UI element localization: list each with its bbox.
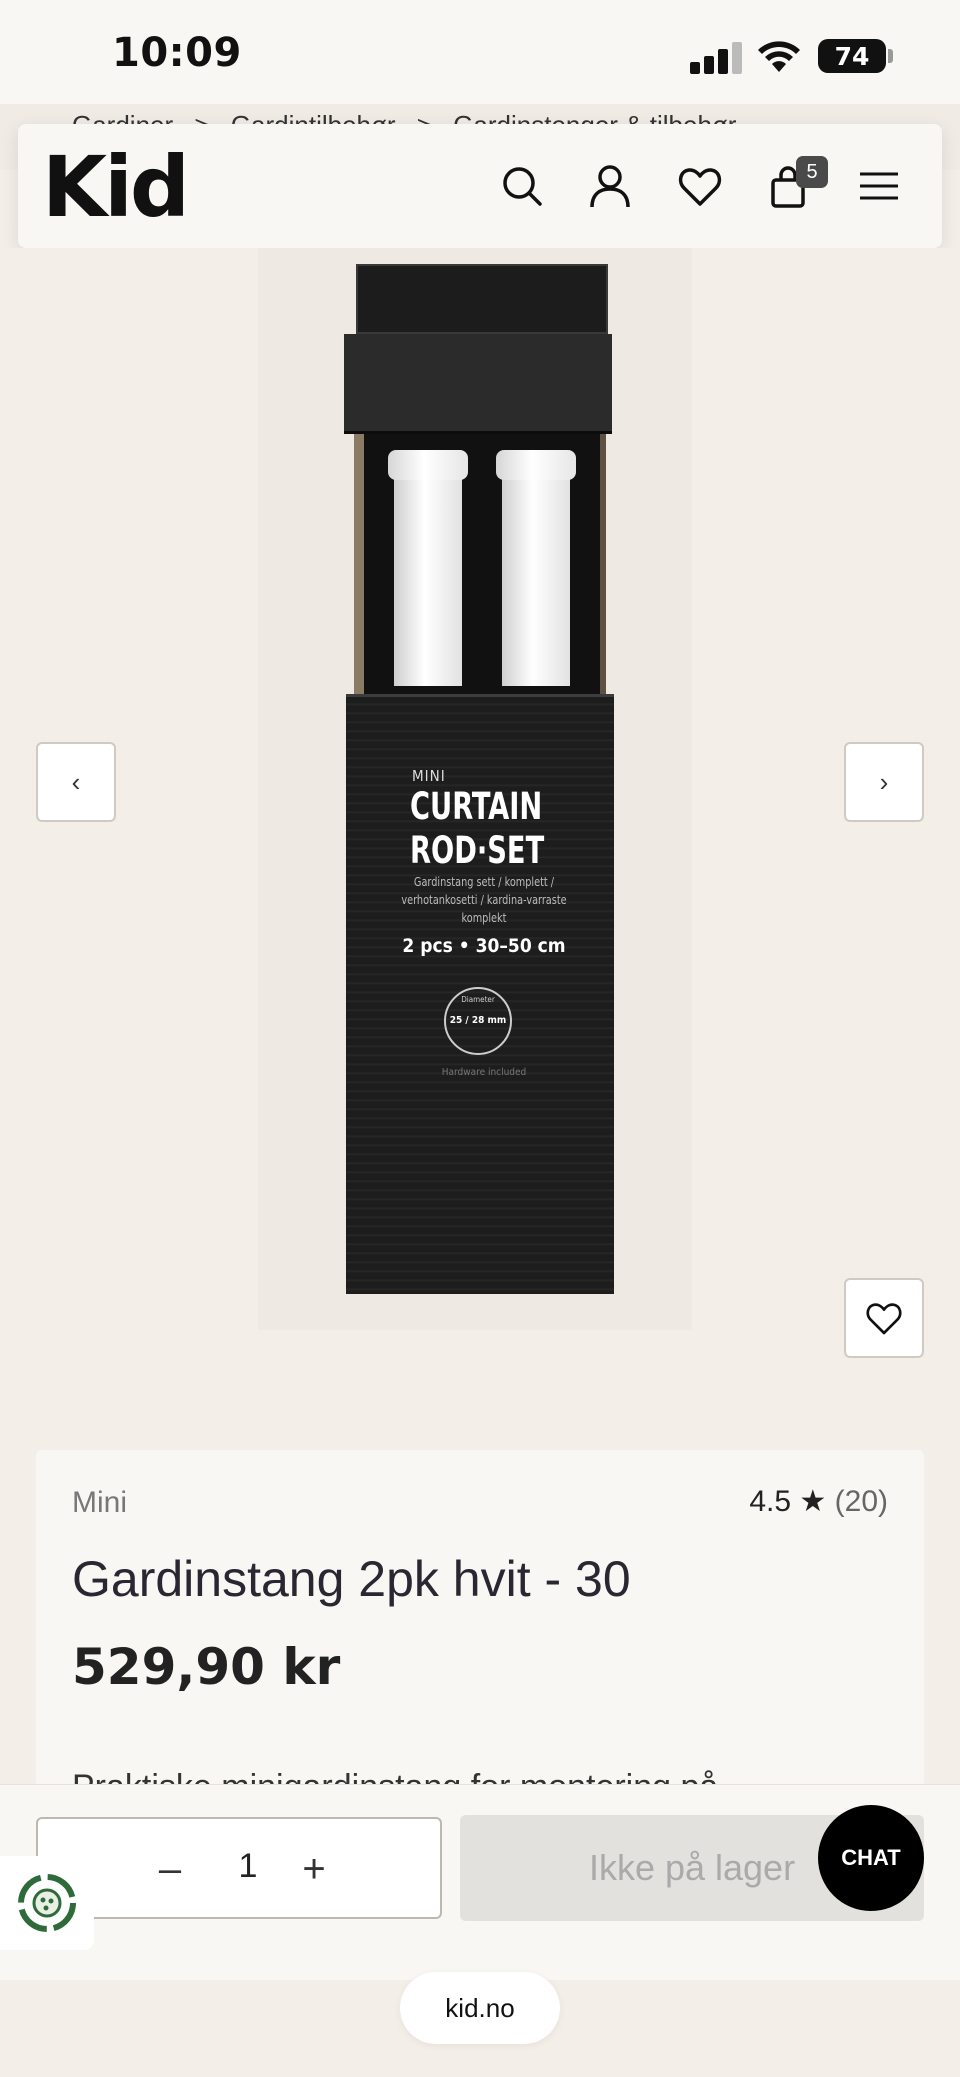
sustainability-badge[interactable]: [0, 1856, 94, 1950]
rating-count: (20): [834, 1485, 888, 1518]
product-image[interactable]: MINI CURTAIN ROD·SET Gardinstang sett / …: [344, 264, 616, 1294]
chevron-left-icon: ‹: [71, 766, 81, 797]
curtain-rod: [496, 450, 576, 686]
curtain-rod: [388, 450, 468, 686]
previous-image-button[interactable]: ‹: [36, 742, 116, 822]
battery-icon: 74: [818, 39, 886, 73]
star-icon: ★: [799, 1485, 827, 1518]
product-title: Gardinstang 2pk hvit - 30: [72, 1551, 631, 1607]
box-title: CURTAIN ROD·SET: [410, 785, 544, 873]
box-subtitle: Gardinstang sett / komplett / verhotanko…: [401, 875, 567, 925]
box-brand-text: MINI: [412, 767, 446, 785]
product-brand[interactable]: Mini: [72, 1486, 127, 1520]
box-diameter-value: 25 / 28 mm: [449, 1015, 507, 1026]
rating-value: 4.5: [749, 1485, 792, 1518]
chat-button[interactable]: CHAT: [818, 1805, 924, 1911]
browser-url-bar[interactable]: kid.no: [400, 1972, 560, 2044]
quantity-value[interactable]: 1: [228, 1847, 268, 1886]
status-bar: 10:09 74: [0, 0, 960, 110]
recycle-icon: [18, 1874, 76, 1932]
product-price: 529,90 kr: [72, 1638, 341, 1696]
box-size-text: 2 pcs • 30–50 cm: [402, 935, 566, 957]
box-front-label: MINI CURTAIN ROD·SET Gardinstang sett / …: [346, 694, 614, 1294]
wifi-icon: [758, 41, 800, 72]
box-diameter-label: Diameter: [461, 995, 495, 1004]
box-hardware-text: Hardware included: [441, 1067, 527, 1078]
user-icon[interactable]: [586, 162, 634, 210]
box-diameter-badge: Diameter 25 / 28 mm: [444, 987, 512, 1055]
next-image-button[interactable]: ›: [844, 742, 924, 822]
battery-tip: [888, 49, 893, 63]
site-header: Kid 5: [18, 124, 942, 248]
quantity-stepper: – 1 +: [36, 1817, 442, 1919]
box-flap: [344, 334, 612, 434]
box-inside: [354, 434, 606, 694]
add-to-wishlist-button[interactable]: [844, 1278, 924, 1358]
chevron-right-icon: ›: [879, 766, 889, 797]
menu-icon[interactable]: [854, 162, 902, 210]
product-gallery: MINI CURTAIN ROD·SET Gardinstang sett / …: [0, 248, 960, 1418]
purchase-bar: – 1 + Ikke på lager CHAT: [0, 1784, 960, 1980]
cellular-signal-icon: [690, 40, 742, 74]
product-info-card: Mini 4.5 ★ (20) Gardinstang 2pk hvit - 3…: [36, 1450, 924, 1810]
heart-icon: [866, 1303, 902, 1335]
cart-count-badge: 5: [796, 156, 828, 188]
product-rating[interactable]: 4.5 ★ (20): [749, 1484, 888, 1519]
status-time: 10:09: [112, 30, 242, 76]
box-lid: [356, 264, 608, 334]
site-logo[interactable]: Kid: [42, 142, 190, 232]
decrease-quantity-button[interactable]: –: [142, 1841, 198, 1897]
box-title-line: CURTAIN: [410, 785, 543, 828]
heart-icon[interactable]: [676, 162, 724, 210]
box-title-line: ROD·SET: [410, 829, 545, 872]
search-icon[interactable]: [498, 162, 546, 210]
increase-quantity-button[interactable]: +: [286, 1841, 342, 1897]
